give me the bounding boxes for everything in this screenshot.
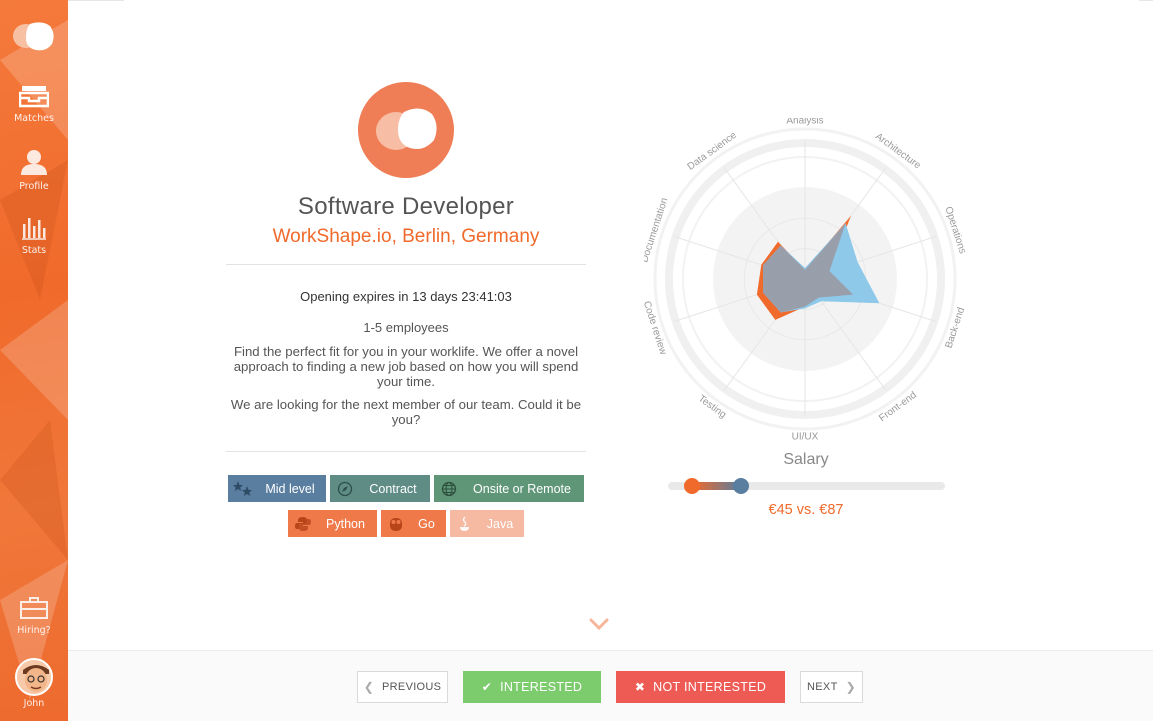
user-icon — [21, 150, 47, 175]
tag-label: Go — [418, 516, 435, 531]
next-button[interactable]: NEXT ❯ — [800, 671, 863, 703]
gopher-icon — [381, 510, 411, 537]
previous-button[interactable]: ❮ PREVIOUS — [357, 671, 448, 703]
workshape-logo-icon[interactable] — [12, 18, 56, 54]
interested-button[interactable]: ✔ INTERESTED — [463, 671, 601, 703]
divider — [68, 0, 124, 1]
tag-label: Mid level — [265, 481, 315, 496]
tag-label: Contract — [369, 481, 417, 496]
sidebar-item-profile[interactable]: Profile — [0, 148, 68, 192]
tag-label: Java — [486, 516, 514, 531]
close-icon: ✖ — [634, 680, 646, 694]
compass-icon — [330, 475, 360, 502]
sidebar-item-matches[interactable]: Matches — [0, 84, 68, 124]
divider — [226, 264, 586, 265]
tag-label: Python — [326, 516, 365, 531]
stars-icon — [228, 475, 258, 502]
expiry-countdown: Opening expires in 13 days 23:41:03 — [300, 289, 512, 304]
chevron-right-icon: ❯ — [845, 680, 856, 694]
company-size: 1-5 employees — [363, 320, 449, 335]
chevron-down-icon[interactable] — [589, 617, 609, 631]
interested-label: INTERESTED — [500, 680, 583, 694]
divider — [226, 451, 586, 452]
radar-axis-label: Code review — [644, 300, 669, 357]
bar-chart-icon — [22, 218, 46, 240]
tag-location: Onsite or Remote — [434, 475, 584, 502]
not-interested-label: NOT INTERESTED — [653, 680, 767, 694]
sidebar-item-account[interactable]: John — [0, 658, 68, 709]
job-description-secondary: We are looking for the next member of ou… — [230, 397, 582, 427]
avatar — [15, 658, 53, 696]
app-window: Matches Profile Stats Hiring? John Softw… — [0, 0, 1153, 721]
company-location[interactable]: WorkShape.io, Berlin, Germany — [226, 226, 586, 248]
tag-level: Mid level — [228, 475, 326, 502]
java-cup-icon — [450, 510, 480, 537]
radar-axis-label: UI/UX — [792, 432, 819, 440]
tag-label: Onsite or Remote — [473, 481, 571, 496]
tag-contract: Contract — [330, 475, 430, 502]
salary-comparison: €45 vs. €87 — [768, 502, 844, 518]
action-bar: ❮ PREVIOUS ✔ INTERESTED ✖ NOT INTERESTED… — [68, 650, 1153, 721]
radar-axis-label: Analysis — [786, 118, 823, 127]
sidebar-item-label: John — [23, 698, 45, 709]
not-interested-button[interactable]: ✖ NOT INTERESTED — [616, 671, 785, 703]
sidebar-item-label: Stats — [21, 245, 47, 256]
sidebar-item-label: Profile — [19, 181, 49, 192]
job-description: Find the perfect fit for you in your wor… — [233, 344, 579, 389]
tag-skill-go: Go — [381, 510, 446, 537]
sidebar-item-hiring[interactable]: Hiring? — [0, 596, 68, 636]
tag-skill-python: Python — [288, 510, 377, 537]
check-icon: ✔ — [481, 680, 493, 694]
job-card: Software Developer WorkShape.io, Berlin,… — [68, 0, 1153, 650]
salary-slider-low-handle[interactable] — [683, 478, 700, 494]
chevron-left-icon: ❮ — [363, 680, 375, 694]
salary-slider-high-handle[interactable] — [733, 478, 750, 494]
sidebar-item-label: Hiring? — [17, 625, 51, 636]
salary-title: Salary — [783, 451, 829, 468]
sidebar-item-label: Matches — [14, 113, 54, 124]
avatar-face-icon — [17, 660, 51, 694]
inbox-icon — [18, 86, 50, 108]
next-label: NEXT — [807, 681, 838, 693]
sidebar: Matches Profile Stats Hiring? John — [0, 0, 68, 721]
skill-radar-chart: AnalysisArchitectureOperationsBack-endFr… — [644, 118, 966, 440]
tag-skill-java: Java — [450, 510, 524, 537]
sidebar-item-stats[interactable]: Stats — [0, 214, 68, 256]
previous-label: PREVIOUS — [382, 681, 442, 693]
job-title: Software Developer — [297, 193, 515, 220]
python-icon — [288, 510, 318, 537]
briefcase-icon — [20, 597, 48, 619]
divider — [1139, 0, 1153, 1]
globe-icon — [434, 475, 464, 502]
company-logo-icon — [376, 108, 437, 150]
company-logo — [358, 82, 454, 178]
